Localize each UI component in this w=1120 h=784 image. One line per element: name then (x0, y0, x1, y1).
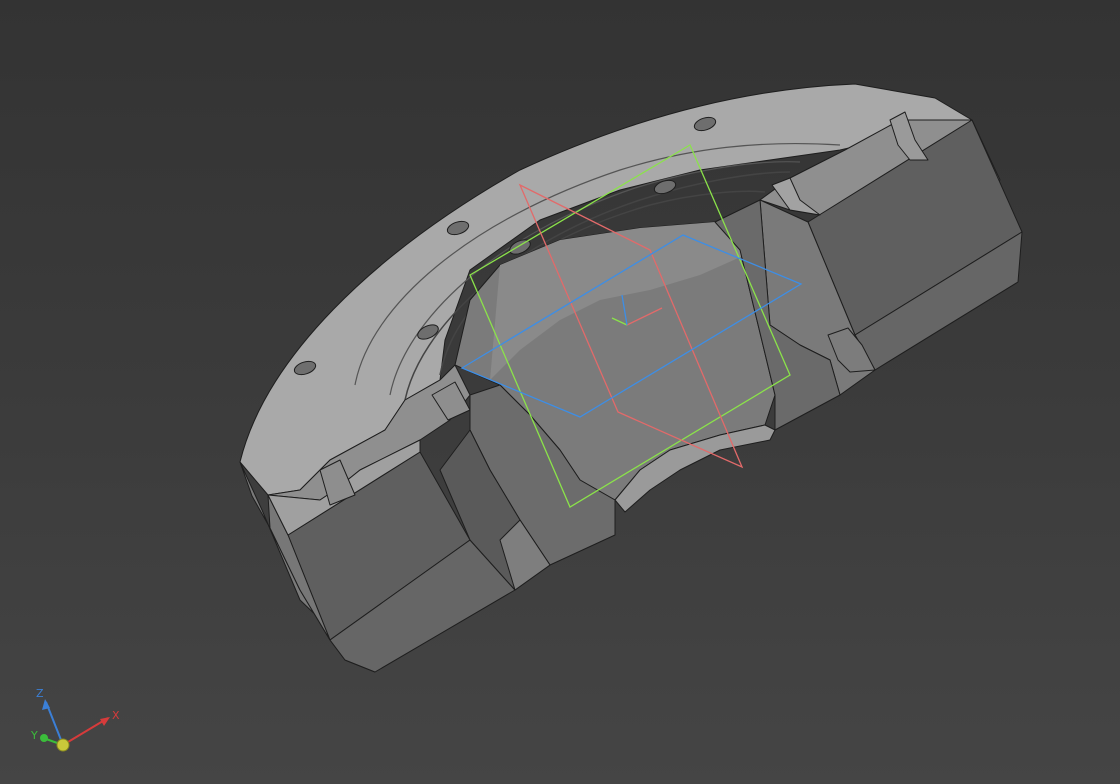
x-axis-line (62, 717, 109, 746)
axis-origin (56, 738, 70, 752)
3d-viewport[interactable]: X Y Z (0, 0, 1120, 784)
axis-triad[interactable]: X Y Z (30, 687, 120, 752)
x-axis-arrow (100, 717, 110, 726)
y-axis-tip (40, 734, 48, 742)
z-axis-label: Z (36, 687, 44, 700)
flange-model[interactable] (239, 83, 1023, 673)
y-axis-label: Y (30, 729, 38, 742)
model-canvas[interactable]: X Y Z (0, 0, 1120, 784)
x-axis-label: X (112, 709, 120, 722)
z-axis-line (45, 701, 64, 746)
